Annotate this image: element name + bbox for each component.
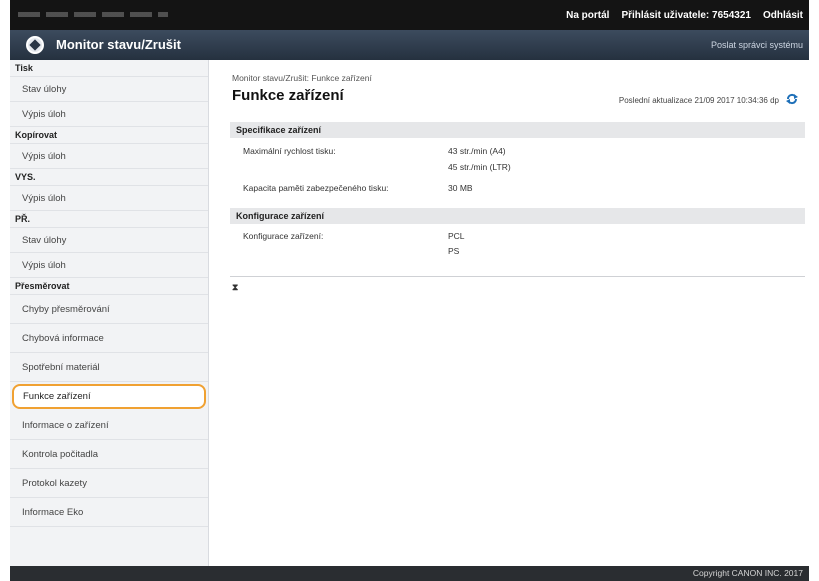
app-title: Monitor stavu/Zrušit xyxy=(56,37,181,52)
sidebar-item-error-info[interactable]: Chybová informace xyxy=(10,324,208,353)
config-value-ps: PS xyxy=(448,246,460,256)
logout-link[interactable]: Odhlásit xyxy=(763,10,803,21)
browser-frame: Na portál Přihlásit uživatele: 7654321 O… xyxy=(10,0,809,581)
main-content: Monitor stavu/Zrušit: Funkce zařízení Fu… xyxy=(210,60,809,566)
footer: Copyright CANON INC. 2017 xyxy=(10,566,809,581)
sidebar: Tisk Stav úlohy Výpis úloh Kopírovat Výp… xyxy=(10,60,209,566)
max-speed-ltr: 45 str./min (LTR) xyxy=(448,162,511,172)
sidebar-item-send-log[interactable]: Výpis úloh xyxy=(10,186,208,211)
back-to-top-icon[interactable]: ⧗ xyxy=(232,282,238,293)
content-divider xyxy=(230,276,805,277)
user-id: 7654321 xyxy=(712,9,751,21)
sidebar-item-receive-log[interactable]: Výpis úloh xyxy=(10,253,208,278)
breadcrumb: Monitor stavu/Zrušit: Funkce zařízení xyxy=(232,73,372,83)
config-value-pcl: PCL xyxy=(448,231,465,241)
sidebar-group-forward: Přesměrovat xyxy=(10,278,208,295)
login-label: Přihlásit uživatele: 7654321 xyxy=(621,10,751,21)
blurred-header-info xyxy=(18,12,168,17)
section-config-heading: Konfigurace zařízení xyxy=(230,208,805,224)
top-bar: Na portál Přihlásit uživatele: 7654321 O… xyxy=(10,0,809,30)
sidebar-item-print-status[interactable]: Stav úlohy xyxy=(10,77,208,102)
sidebar-group-print: Tisk xyxy=(10,60,208,77)
send-admin-link[interactable]: Poslat správci systému xyxy=(711,30,803,60)
sidebar-item-eco-info[interactable]: Informace Eko xyxy=(10,498,208,527)
sidebar-item-print-log[interactable]: Výpis úloh xyxy=(10,102,208,127)
section-specs-heading: Specifikace zařízení xyxy=(230,122,805,138)
app-logo-icon xyxy=(26,36,44,54)
title-bar: Monitor stavu/Zrušit Poslat správci syst… xyxy=(10,30,809,60)
sidebar-item-copy-log[interactable]: Výpis úloh xyxy=(10,144,208,169)
top-nav: Na portál Přihlásit uživatele: 7654321 O… xyxy=(566,0,803,30)
page-title: Funkce zařízení xyxy=(232,87,344,104)
portal-link[interactable]: Na portál xyxy=(566,10,609,21)
sidebar-item-forward-errors[interactable]: Chyby přesměrování xyxy=(10,295,208,324)
sidebar-group-send: VYS. xyxy=(10,169,208,186)
config-label: Konfigurace zařízení: xyxy=(243,231,324,241)
max-speed-label: Maximální rychlost tisku: xyxy=(243,146,336,156)
sidebar-group-receive: PŘ. xyxy=(10,211,208,228)
sidebar-group-copy: Kopírovat xyxy=(10,127,208,144)
max-speed-a4: 43 str./min (A4) xyxy=(448,146,506,156)
last-updated: Poslední aktualizace 21/09 2017 10:34:36… xyxy=(618,96,779,105)
login-label-text: Přihlásit uživatele: xyxy=(621,9,710,21)
sidebar-item-counter-check[interactable]: Kontrola počitadla xyxy=(10,440,208,469)
refresh-icon[interactable] xyxy=(785,92,799,106)
sidebar-item-device-features[interactable]: Funkce zařízení xyxy=(12,384,206,409)
sidebar-item-consumables[interactable]: Spotřební materiál xyxy=(10,353,208,382)
sidebar-item-receive-status[interactable]: Stav úlohy xyxy=(10,228,208,253)
copyright: Copyright CANON INC. 2017 xyxy=(692,568,803,578)
sidebar-item-cassette-log[interactable]: Protokol kazety xyxy=(10,469,208,498)
memory-value: 30 MB xyxy=(448,183,473,193)
sidebar-item-device-info[interactable]: Informace o zařízení xyxy=(10,411,208,440)
memory-label: Kapacita paměti zabezpečeného tisku: xyxy=(243,183,389,193)
